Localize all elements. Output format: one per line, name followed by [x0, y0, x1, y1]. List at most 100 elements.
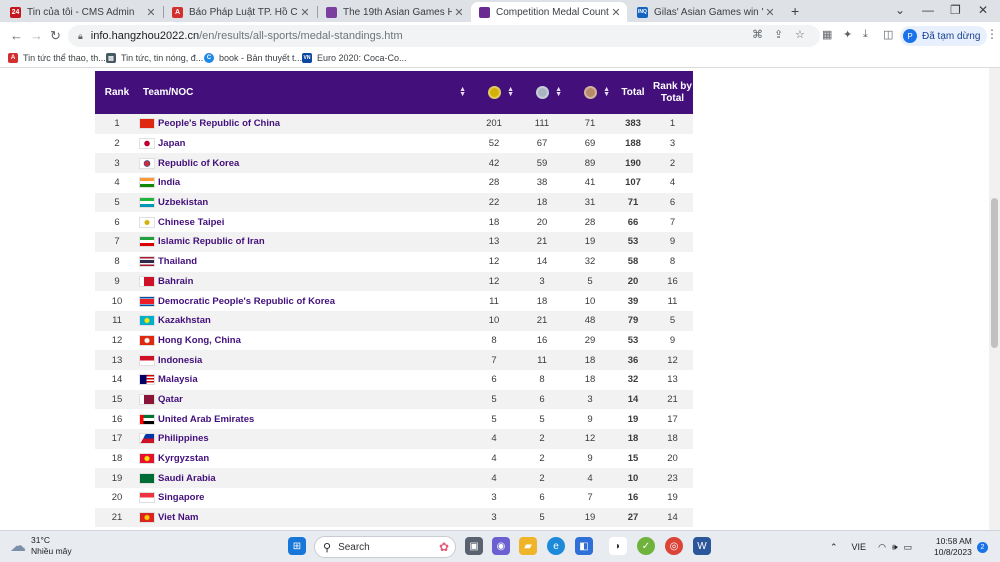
forward-icon[interactable]: →	[30, 28, 43, 43]
team-name-link[interactable]: Chinese Taipei	[158, 217, 224, 228]
sort-icon[interactable]: ▲ ▼	[507, 86, 514, 98]
header-team[interactable]: Team/NOC ▲ ▼	[139, 71, 470, 114]
tab-medal-count[interactable]: Competition Medal Count | The ✕	[471, 2, 627, 22]
taskbar-search[interactable]: ⚲ Search ✿	[314, 536, 456, 558]
tab-gilas[interactable]: INQ Gilas' Asian Games win 'worth a ✕	[629, 2, 781, 22]
close-icon[interactable]: ✕	[298, 6, 312, 19]
team-cell[interactable]: Qatar	[139, 390, 470, 410]
download-icon[interactable]: ⤓	[863, 28, 868, 41]
close-icon[interactable]: ✕	[609, 6, 623, 19]
file-explorer-icon[interactable]: ▰	[519, 537, 537, 555]
system-clock[interactable]: 10:58 AM 10/8/2023	[934, 536, 972, 558]
extension-grid-icon[interactable]: ▦	[822, 28, 832, 41]
team-name-link[interactable]: Malaysia	[158, 374, 198, 385]
team-cell[interactable]: Republic of Korea	[139, 153, 470, 173]
team-name-link[interactable]: Viet Nam	[158, 512, 198, 523]
address-bar[interactable]: 🔒︎ info.hangzhou2022.cn/en/results/all-s…	[68, 25, 820, 47]
tab-cms-admin[interactable]: 24 Tin của tôi - CMS Admin ✕	[2, 2, 162, 22]
header-rank-by-total[interactable]: Rank by Total	[652, 71, 693, 114]
team-name-link[interactable]: Uzbekistan	[158, 197, 208, 208]
notification-badge[interactable]: 2	[977, 542, 988, 553]
team-cell[interactable]: Malaysia	[139, 370, 470, 390]
team-name-link[interactable]: Saudi Arabia	[158, 473, 216, 484]
team-cell[interactable]: Viet Nam	[139, 508, 470, 528]
header-total[interactable]: Total	[614, 71, 652, 114]
team-cell[interactable]: Philippines	[139, 429, 470, 449]
page-scrollbar[interactable]	[989, 68, 1000, 530]
edge-icon[interactable]: e	[547, 537, 565, 555]
back-icon[interactable]: ←	[10, 28, 23, 43]
scrollbar-thumb[interactable]	[991, 198, 998, 348]
team-cell[interactable]: Kazakhstan	[139, 311, 470, 331]
close-icon[interactable]: ✕	[144, 6, 158, 19]
team-cell[interactable]: Bahrain	[139, 272, 470, 292]
team-name-link[interactable]: Philippines	[158, 433, 209, 444]
close-window-icon[interactable]: ✕	[978, 3, 988, 17]
close-icon[interactable]: ✕	[452, 6, 466, 19]
team-cell[interactable]: United Arab Emirates	[139, 409, 470, 429]
team-name-link[interactable]: Republic of Korea	[158, 158, 239, 169]
header-bronze[interactable]: ▲ ▼	[566, 71, 614, 114]
word-icon[interactable]: W	[693, 537, 711, 555]
team-name-link[interactable]: United Arab Emirates	[158, 414, 254, 425]
translate-icon[interactable]: ⌘	[752, 28, 763, 41]
header-gold[interactable]: ▲ ▼	[470, 71, 518, 114]
team-name-link[interactable]: Japan	[158, 138, 185, 149]
battery-icon[interactable]: ▭	[904, 542, 913, 553]
team-cell[interactable]: Indonesia	[139, 350, 470, 370]
language-indicator[interactable]: VIE	[852, 542, 867, 552]
teams-chat-icon[interactable]: ◉	[492, 537, 510, 555]
bookmark-item[interactable]: VN Euro 2020: Coca-Co...	[302, 53, 407, 63]
team-name-link[interactable]: Bahrain	[158, 276, 193, 287]
reload-icon[interactable]: ↻	[50, 28, 61, 44]
extensions-puzzle-icon[interactable]: ✦	[843, 28, 852, 41]
new-tab-button[interactable]: +	[791, 3, 799, 19]
team-name-link[interactable]: Kazakhstan	[158, 315, 211, 326]
team-cell[interactable]: Singapore	[139, 488, 470, 508]
bookmark-item[interactable]: A Tin tức thể thao, th...	[8, 53, 106, 63]
bookmark-item[interactable]: ▤ Tin tức, tin nóng, đ...	[106, 53, 203, 63]
sort-icon[interactable]: ▲ ▼	[603, 86, 610, 98]
maximize-icon[interactable]: ❐	[950, 3, 961, 17]
chrome-icon[interactable]: ◎	[665, 537, 683, 555]
team-cell[interactable]: Islamic Republic of Iran	[139, 232, 470, 252]
bookmark-star-icon[interactable]: ☆	[795, 28, 805, 41]
weather-widget[interactable]: ☁ 31°C Nhiều mây	[10, 535, 72, 557]
windows-start-icon[interactable]: ⊞	[288, 537, 306, 555]
team-cell[interactable]: Kyrgyzstan	[139, 449, 470, 469]
team-name-link[interactable]: Thailand	[158, 256, 197, 267]
sort-icon[interactable]: ▲ ▼	[555, 86, 562, 98]
close-icon[interactable]: ✕	[763, 6, 777, 19]
team-cell[interactable]: Democratic People's Republic of Korea	[139, 291, 470, 311]
site-info-icon[interactable]: 🔒︎	[78, 31, 83, 42]
team-cell[interactable]: Saudi Arabia	[139, 468, 470, 488]
tab-asian-games[interactable]: The 19th Asian Games Hangzhou ✕	[318, 2, 470, 22]
team-cell[interactable]: Japan	[139, 134, 470, 154]
side-panel-icon[interactable]: ◫	[883, 28, 893, 41]
share-icon[interactable]: ⇪	[774, 28, 783, 41]
minimize-icon[interactable]: —	[922, 3, 934, 17]
team-name-link[interactable]: People's Republic of China	[158, 118, 280, 129]
team-cell[interactable]: Uzbekistan	[139, 193, 470, 213]
chevron-up-icon[interactable]: ⌃	[830, 542, 838, 553]
profile-button[interactable]: P Đã tạm dừng	[900, 26, 988, 46]
volume-icon[interactable]: 🕪︎	[892, 542, 898, 553]
team-name-link[interactable]: Qatar	[158, 394, 183, 405]
tab-bao-phap-luat[interactable]: A Báo Pháp Luật TP. Hồ Chí Minh ✕	[164, 2, 316, 22]
team-name-link[interactable]: Indonesia	[158, 355, 202, 366]
team-name-link[interactable]: Kyrgyzstan	[158, 453, 209, 464]
tab-search-icon[interactable]: ⌄	[895, 3, 905, 17]
menu-dots-icon[interactable]: ⋮	[986, 27, 998, 41]
team-cell[interactable]: Hong Kong, China	[139, 331, 470, 351]
team-name-link[interactable]: Democratic People's Republic of Korea	[158, 296, 335, 307]
app-icon[interactable]: ◗	[609, 537, 627, 555]
team-cell[interactable]: People's Republic of China	[139, 114, 470, 134]
app-green-icon[interactable]: ✓	[637, 537, 655, 555]
team-name-link[interactable]: India	[158, 177, 180, 188]
team-cell[interactable]: Thailand	[139, 252, 470, 272]
store-icon[interactable]: ◧	[575, 537, 593, 555]
header-rank[interactable]: Rank	[95, 71, 139, 114]
header-silver[interactable]: ▲ ▼	[518, 71, 566, 114]
sort-icon[interactable]: ▲ ▼	[459, 86, 466, 98]
team-name-link[interactable]: Islamic Republic of Iran	[158, 236, 265, 247]
